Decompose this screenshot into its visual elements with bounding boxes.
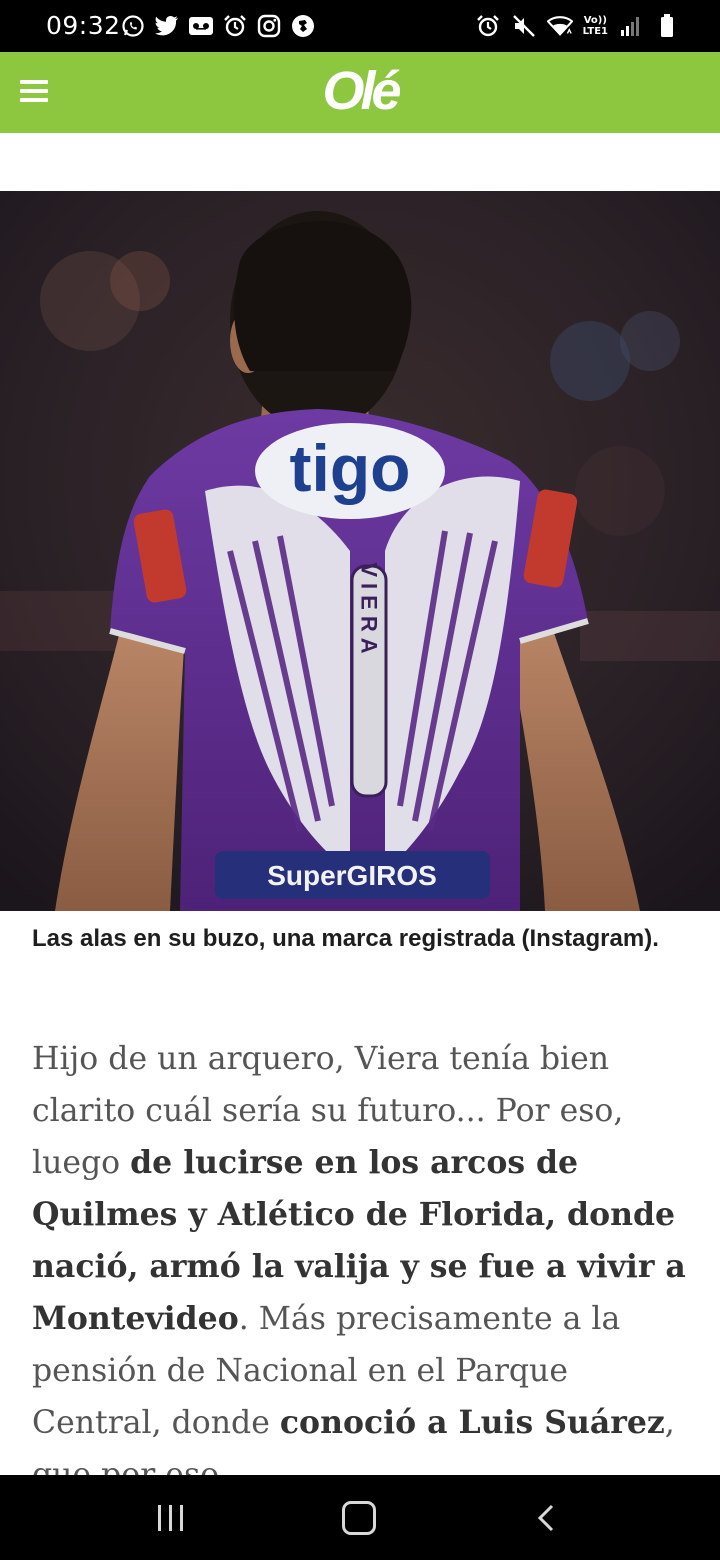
wifi-icon <box>546 13 573 39</box>
system-nav-bar <box>0 1475 720 1560</box>
article-bold-text: conoció a Luis Suárez <box>279 1404 665 1441</box>
recent-apps-button[interactable] <box>156 1503 186 1533</box>
back-button[interactable] <box>532 1503 562 1533</box>
jersey-lower-sponsor: SuperGIROS <box>267 860 437 891</box>
image-caption: Las alas en su buzo, una marca registrad… <box>32 925 659 952</box>
app-header: Olé <box>0 52 720 133</box>
home-button[interactable] <box>342 1501 376 1535</box>
article-image[interactable]: VIERA tigo SuperGIROS <box>0 191 720 911</box>
status-time: 09:32 <box>46 11 121 40</box>
mute-icon <box>511 13 537 39</box>
volte-label: Vo)) <box>583 15 607 26</box>
volte-indicator: Vo)) LTE1 <box>583 15 608 37</box>
alarm-icon <box>475 13 501 39</box>
whatsapp-icon <box>120 13 146 39</box>
system-icons: Vo)) LTE1 <box>475 12 680 40</box>
notification-icons <box>120 12 316 40</box>
jersey-sponsor: tigo <box>290 431 411 505</box>
jersey-name: VIERA <box>357 562 382 659</box>
signal-icon <box>618 13 644 39</box>
battery-icon <box>654 13 680 39</box>
back-arrow-icon <box>537 1504 554 1532</box>
voicemail-icon <box>188 13 214 39</box>
article-content[interactable]: VIERA tigo SuperGIROS Las alas en su buz… <box>0 133 720 1475</box>
player-photo: VIERA tigo SuperGIROS <box>0 191 720 911</box>
site-logo[interactable]: Olé <box>0 60 720 122</box>
twitter-icon <box>154 13 180 39</box>
instagram-icon <box>256 13 282 39</box>
lte-label: LTE1 <box>582 26 608 37</box>
status-bar: 09:32 Vo)) LTE1 <box>0 0 720 52</box>
article-body: Hijo de un arquero, Viera tenía bien cla… <box>32 1033 692 1475</box>
chelsea-icon <box>290 13 316 39</box>
alarm-icon <box>222 13 248 39</box>
